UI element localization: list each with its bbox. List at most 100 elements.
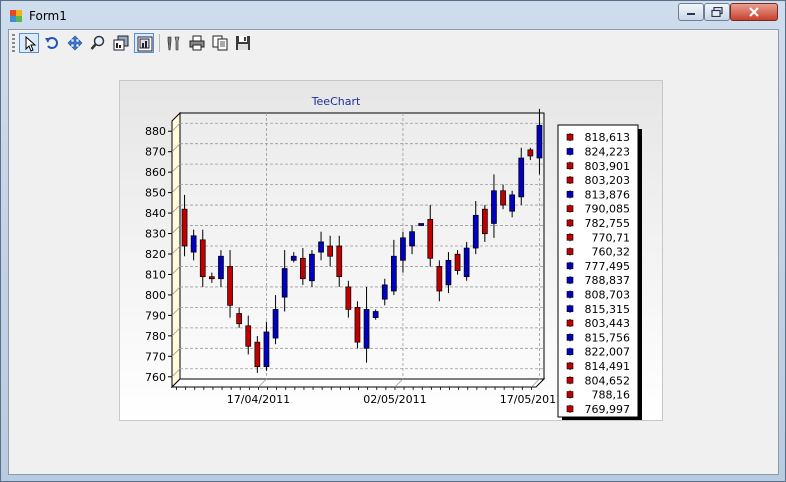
candle-body [372, 311, 379, 318]
candle-body [327, 245, 333, 257]
view-3d-toggle-button[interactable] [134, 33, 154, 53]
candle-body [454, 253, 461, 271]
tee-chart[interactable]: TeeChart 760 770 780 790 800 810 820 830 840 850 8… [119, 80, 663, 421]
candle-body [463, 247, 470, 278]
legend-label: 815,756 [585, 331, 631, 344]
edit-icon [167, 36, 180, 51]
y-tick-label: 810 [145, 268, 166, 281]
candle-body [491, 190, 497, 224]
candle-body [218, 255, 224, 280]
candle-body [363, 309, 370, 349]
y-tick-label: 840 [145, 207, 166, 220]
legend-label: 790,085 [585, 203, 631, 216]
close-icon [749, 7, 759, 17]
edit-chart-button[interactable] [164, 33, 184, 53]
candle-body [418, 223, 424, 226]
move-tool-button[interactable] [65, 33, 85, 53]
legend-swatch [566, 305, 574, 313]
legend-swatch [566, 262, 574, 270]
legend-swatch [566, 133, 574, 141]
candle-body [300, 257, 306, 280]
legend-swatch [566, 405, 574, 413]
candle-body [500, 190, 506, 206]
candle-body [445, 259, 452, 286]
candle-body [208, 276, 215, 280]
legend-label: 815,315 [585, 303, 631, 316]
candle-body [400, 237, 406, 261]
legend-swatch [566, 248, 574, 255]
x-tick-label: 17/04/2011 [227, 393, 290, 406]
candle-body [181, 208, 188, 247]
legend-label: 813,876 [585, 188, 631, 201]
candle-body [482, 208, 488, 235]
rotate-icon [45, 37, 58, 49]
candle-body [199, 239, 206, 278]
zoom-tool-button[interactable] [88, 33, 108, 53]
legend-swatch [566, 176, 574, 184]
candle-body [272, 309, 279, 339]
candle-body [318, 241, 324, 253]
candle-body [227, 266, 233, 306]
rotate-tool-button[interactable] [42, 33, 62, 53]
legend-label: 803,901 [585, 160, 631, 173]
close-button[interactable] [730, 3, 778, 21]
legend-swatch [566, 362, 574, 370]
legend-label: 814,491 [585, 360, 631, 373]
candle-body [236, 313, 243, 325]
title-bar[interactable]: Form1 [1, 1, 785, 29]
save-icon [236, 36, 250, 50]
y-tick-label: 870 [145, 146, 166, 159]
legend-label: 822,007 [585, 346, 631, 359]
y-tick-label: 800 [145, 289, 166, 302]
candle-body [472, 214, 479, 249]
app-icon [9, 9, 23, 23]
candle-body [509, 194, 515, 212]
floor [170, 378, 546, 388]
candle-body [245, 325, 252, 347]
candle-body [527, 149, 534, 157]
move-icon [67, 35, 83, 51]
legend-swatch [566, 276, 574, 284]
print-icon [189, 35, 205, 51]
candle-body [345, 286, 352, 310]
print-button[interactable] [187, 33, 207, 53]
candle-body [281, 268, 288, 298]
legend-swatch [566, 348, 574, 355]
save-button[interactable] [233, 33, 253, 53]
candle-body [436, 266, 443, 292]
legend-label: 760,32 [592, 246, 631, 259]
legend-label: 803,203 [585, 174, 631, 187]
depth-tool-button[interactable] [111, 33, 131, 53]
candle-body [391, 255, 397, 292]
candle-down [354, 301, 361, 349]
toolbar-separator [159, 34, 160, 52]
legend-swatch [566, 391, 574, 398]
restore-icon [711, 7, 723, 17]
candle-body [190, 235, 197, 253]
toolbar-grip[interactable] [12, 34, 15, 52]
y-tick-label: 830 [145, 228, 166, 241]
legend-label: 804,652 [585, 374, 631, 387]
legend-label: 803,443 [585, 317, 631, 330]
y-tick-label: 790 [145, 309, 166, 322]
candle-body [354, 307, 361, 343]
x-tick-label: 02/05/2011 [363, 393, 426, 406]
legend-label: 818,613 [585, 131, 631, 144]
y-tick-label: 780 [145, 330, 166, 343]
legend-swatch [566, 376, 574, 384]
x-tick-label: 17/05/2011 [500, 393, 563, 406]
y-tick-label: 820 [145, 248, 166, 261]
candle-body [409, 231, 415, 247]
candle-body [536, 124, 543, 159]
legend-label: 777,495 [585, 260, 631, 273]
pointer-tool-button[interactable] [19, 33, 39, 53]
minimize-button[interactable] [678, 3, 704, 21]
legend-swatch [566, 291, 574, 298]
legend-label: 769,997 [585, 403, 631, 416]
y-tick-label: 850 [145, 187, 166, 200]
y-tick-label: 860 [145, 166, 166, 179]
candle-up [463, 241, 470, 281]
copy-button[interactable] [210, 33, 230, 53]
maximize-button[interactable] [704, 3, 730, 21]
candle-body [518, 157, 525, 198]
